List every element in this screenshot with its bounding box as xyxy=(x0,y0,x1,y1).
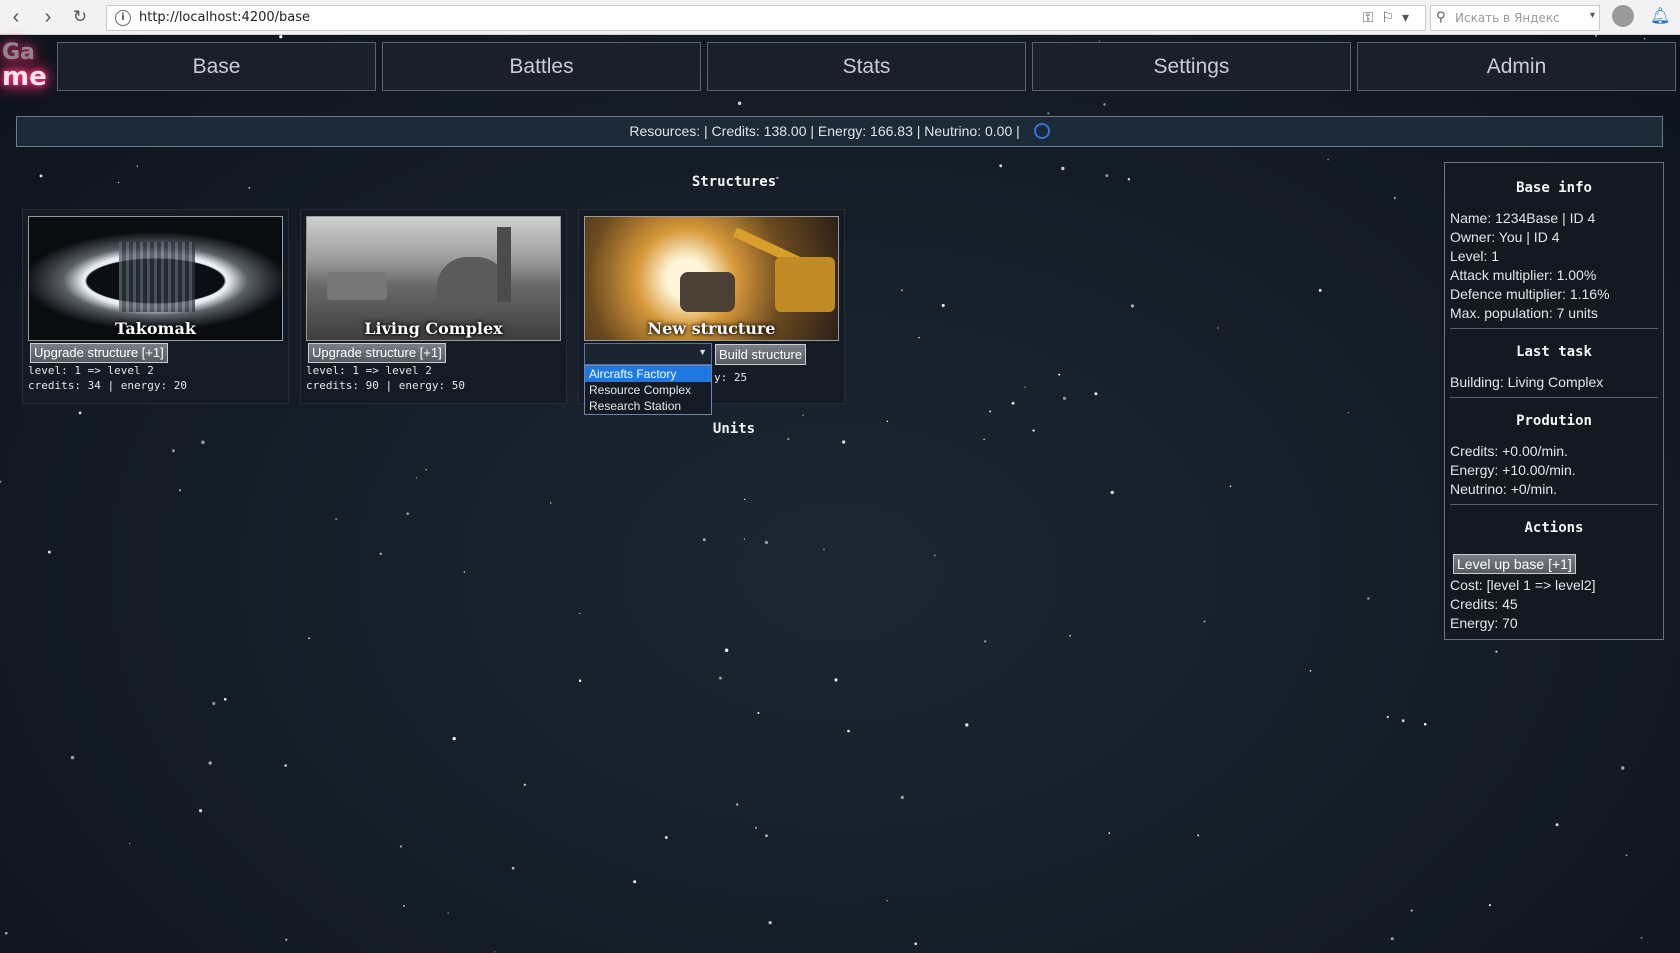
structure-card-takomak: Takomak Upgrade structure [+1] level: 1 … xyxy=(22,209,289,404)
chevron-down-icon[interactable]: ▾ xyxy=(1402,9,1417,25)
chevron-down-icon: ▼ xyxy=(698,347,707,357)
resources-bar: Resources: | Credits: 138.00 | Energy: 1… xyxy=(16,116,1663,147)
last-task-heading: Last task xyxy=(1516,344,1592,360)
dropdown-option[interactable]: Resource Complex xyxy=(585,382,711,398)
logo-text-bottom: me xyxy=(2,62,47,92)
structure-level-text: level: 1 => level 2 xyxy=(28,364,154,377)
nav-admin[interactable]: Admin xyxy=(1357,42,1676,91)
nav-settings[interactable]: Settings xyxy=(1032,42,1351,91)
production-energy: Energy: +10.00/min. xyxy=(1450,462,1576,478)
max-population: Max. population: 7 units xyxy=(1450,305,1598,321)
divider xyxy=(1450,504,1658,505)
base-info-heading: Base info xyxy=(1516,180,1592,196)
bookmark-icon[interactable]: ⚐ xyxy=(1381,9,1402,25)
main-nav: Base Battles Stats Settings Admin xyxy=(57,42,1677,93)
structure-cost-text: credits: 90 | energy: 50 xyxy=(306,379,465,392)
structure-image-new: New structure xyxy=(584,216,839,341)
structures-heading: Structures xyxy=(691,174,777,190)
level-up-cost-energy: Energy: 70 xyxy=(1450,615,1518,631)
url-text[interactable]: http://localhost:4200/base xyxy=(139,10,310,25)
reload-icon[interactable]: ↻ xyxy=(70,7,90,27)
divider xyxy=(1450,328,1658,329)
last-task-text: Building: Living Complex xyxy=(1450,374,1604,390)
structure-card-living-complex: Living Complex Upgrade structure [+1] le… xyxy=(300,209,567,404)
structure-image-living-complex: Living Complex xyxy=(306,216,561,341)
address-bar-icons: ⚿⚐▾ xyxy=(1363,9,1417,26)
production-neutrino: Neutrino: +0/min. xyxy=(1450,481,1557,497)
base-level: Level: 1 xyxy=(1450,248,1500,264)
actions-heading: Actions xyxy=(1524,520,1584,536)
back-icon[interactable]: ‹ xyxy=(6,7,26,27)
notification-bell-icon[interactable]: 🔔︎ xyxy=(1650,6,1670,26)
key-icon[interactable]: ⚿ xyxy=(1363,9,1382,25)
structure-cost-text: credits: 34 | energy: 20 xyxy=(28,379,187,392)
dropdown-option[interactable]: Aircrafts Factory xyxy=(585,366,711,382)
forward-icon[interactable]: › xyxy=(38,7,58,27)
level-up-cost-credits: Credits: 45 xyxy=(1450,596,1518,612)
level-up-base-button[interactable]: Level up base [+1] xyxy=(1453,554,1576,574)
base-info-panel: Base info Name: 1234Base | ID 4 Owner: Y… xyxy=(1444,162,1664,640)
structure-card-new: New structure ▼ Build structure y: 25 Ai… xyxy=(578,209,845,415)
structure-name: Living Complex xyxy=(364,319,503,338)
search-icon: ⚲ xyxy=(1436,9,1446,24)
production-heading: Prodution xyxy=(1516,413,1592,429)
profile-icon[interactable] xyxy=(1612,5,1634,27)
starfield-background xyxy=(0,34,1646,953)
base-owner: Owner: You | ID 4 xyxy=(1450,229,1560,245)
defence-multiplier: Defence multiplier: 1.16% xyxy=(1450,286,1610,302)
structure-name: Takomak xyxy=(115,319,196,338)
structure-type-dropdown: Aircrafts Factory Resource Complex Resea… xyxy=(584,365,712,415)
build-structure-button[interactable]: Build structure xyxy=(715,344,807,365)
new-structure-cost-text: y: 25 xyxy=(714,371,748,384)
divider xyxy=(1450,397,1658,398)
base-name: Name: 1234Base | ID 4 xyxy=(1450,210,1596,226)
upgrade-structure-button[interactable]: Upgrade structure [+1] xyxy=(308,343,446,363)
nav-stats[interactable]: Stats xyxy=(707,42,1026,91)
structure-type-select[interactable]: ▼ xyxy=(584,343,712,365)
structure-level-text: level: 1 => level 2 xyxy=(306,364,432,377)
structure-name: New structure xyxy=(647,319,776,338)
nav-battles[interactable]: Battles xyxy=(382,42,701,91)
production-credits: Credits: +0.00/min. xyxy=(1450,443,1568,459)
browser-toolbar: ‹ › ↻ i http://localhost:4200/base ⚿⚐▾ ⚲… xyxy=(0,0,1680,35)
refresh-icon[interactable] xyxy=(1033,123,1050,140)
search-placeholder: Искать в Яндекс xyxy=(1455,11,1560,25)
nav-base[interactable]: Base xyxy=(57,42,376,91)
structure-image-takomak: Takomak xyxy=(28,216,283,341)
units-heading: Units xyxy=(712,421,756,437)
site-info-icon[interactable]: i xyxy=(115,10,131,26)
game-logo[interactable]: Ga me xyxy=(0,38,52,98)
level-up-cost: Cost: [level 1 => level2] xyxy=(1450,577,1596,593)
search-dropdown-icon[interactable]: ▾ xyxy=(1590,10,1595,21)
resources-text: Resources: | Credits: 138.00 | Energy: 1… xyxy=(629,123,1020,139)
attack-multiplier: Attack multiplier: 1.00% xyxy=(1450,267,1597,283)
dropdown-option[interactable]: Research Station xyxy=(585,398,711,414)
address-bar[interactable]: i http://localhost:4200/base ⚿⚐▾ xyxy=(106,5,1426,31)
upgrade-structure-button[interactable]: Upgrade structure [+1] xyxy=(30,343,168,363)
search-input[interactable]: ⚲ Искать в Яндекс ▾ xyxy=(1430,5,1600,31)
